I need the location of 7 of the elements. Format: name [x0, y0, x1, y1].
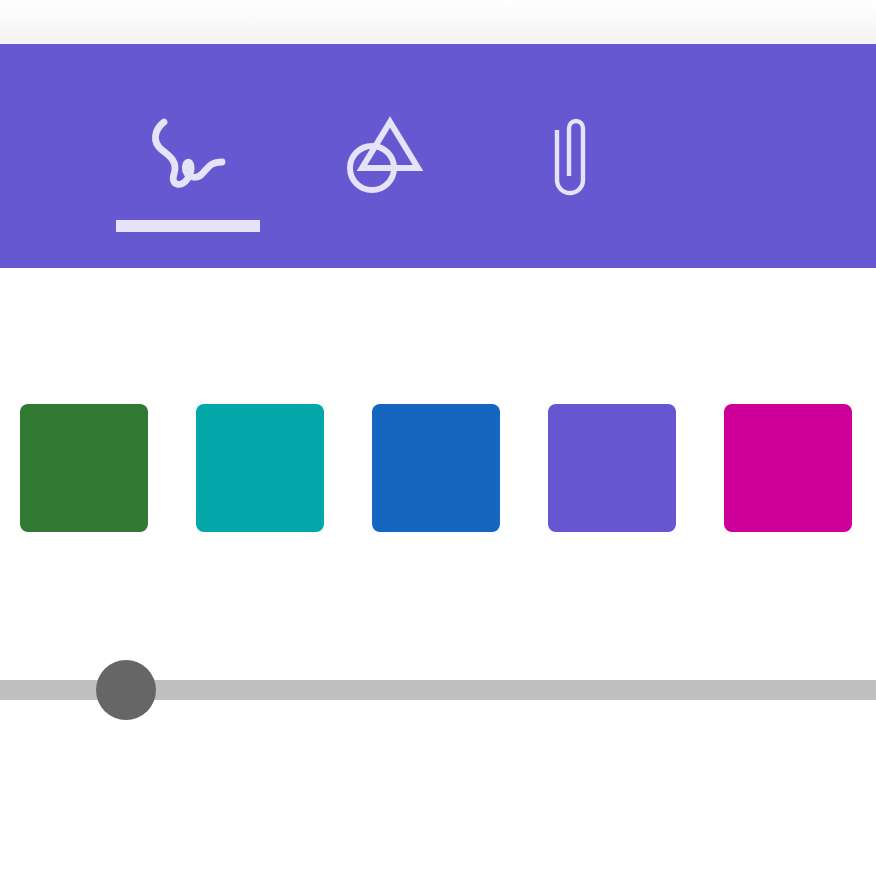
size-slider[interactable] — [0, 660, 876, 720]
color-swatch[interactable] — [196, 404, 324, 532]
color-swatch[interactable] — [724, 404, 852, 532]
color-swatch[interactable] — [548, 404, 676, 532]
color-swatch[interactable] — [372, 404, 500, 532]
slider-thumb[interactable] — [96, 660, 157, 720]
color-swatch[interactable] — [20, 404, 148, 532]
